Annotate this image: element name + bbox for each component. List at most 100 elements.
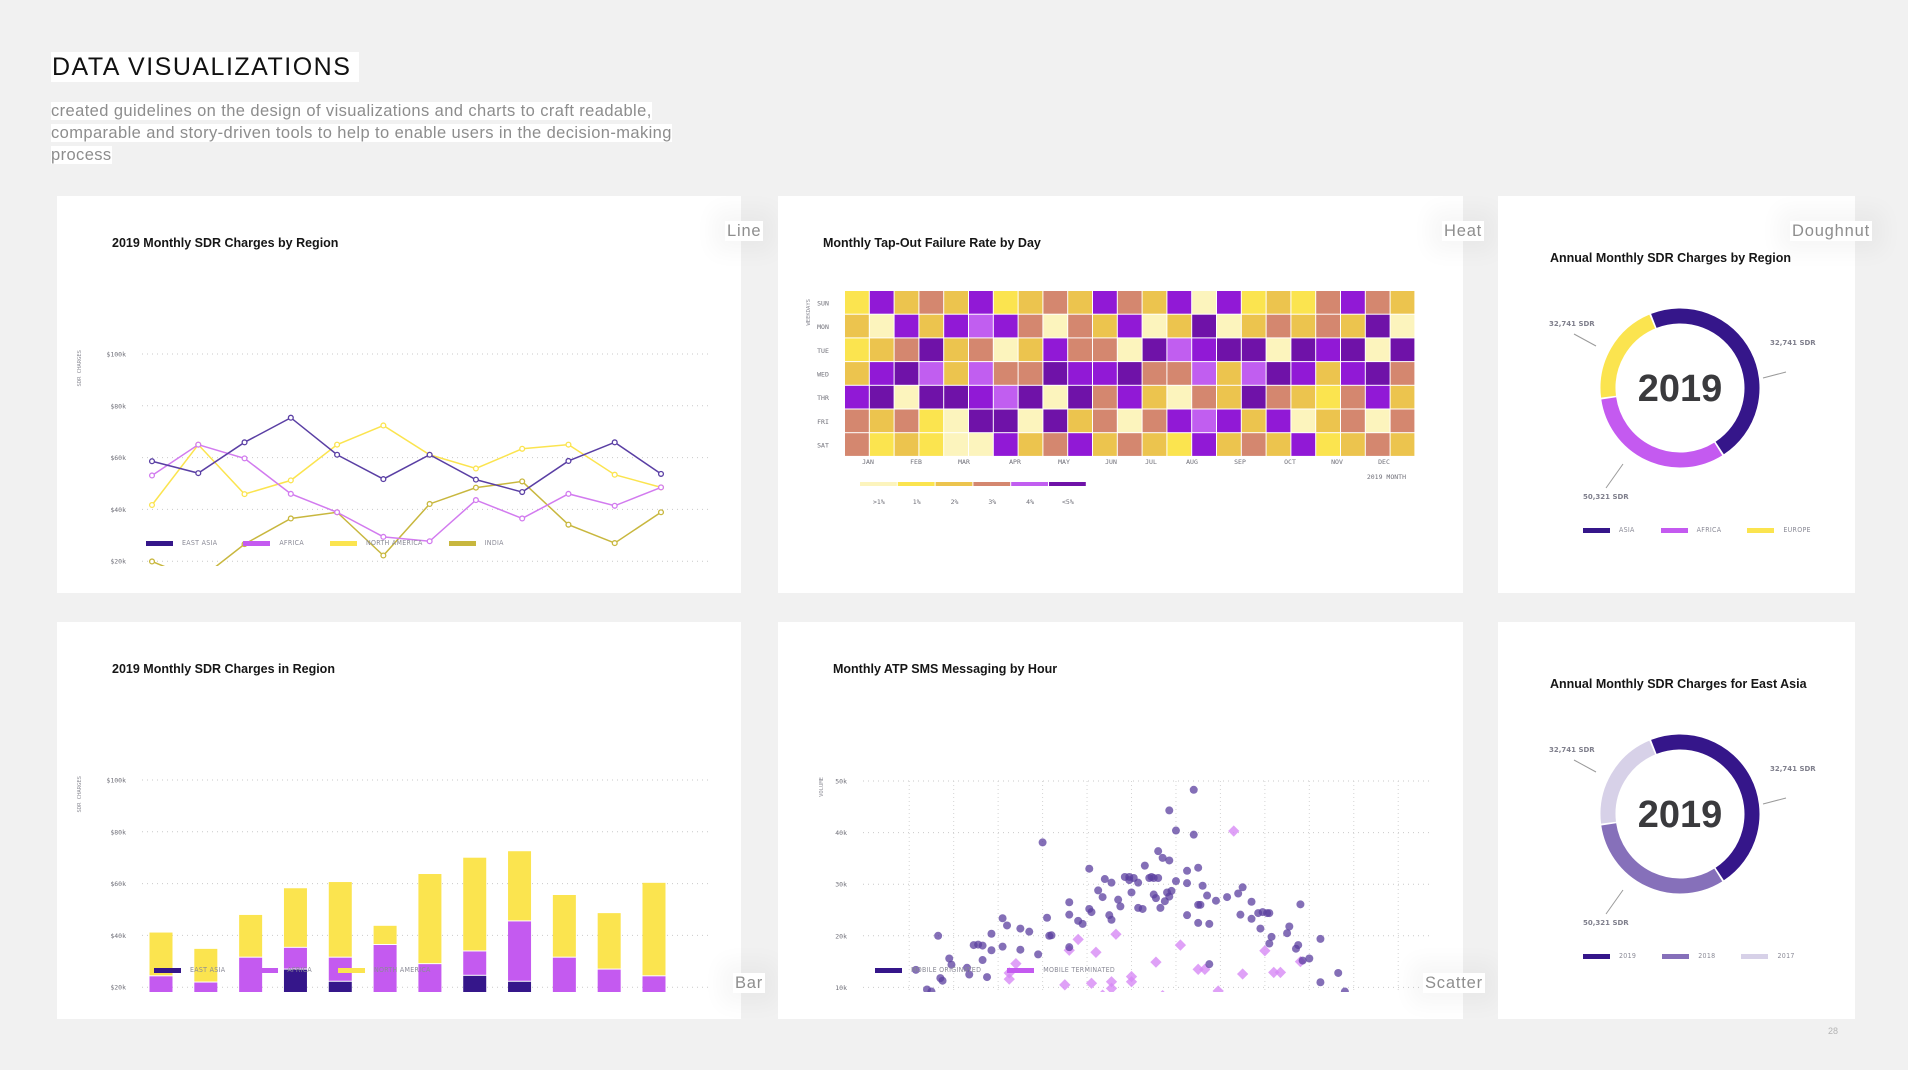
mo-point (1138, 904, 1147, 913)
data-point (657, 484, 665, 491)
heat-cell (1241, 314, 1266, 338)
heat-cell (1093, 409, 1117, 433)
data-point (241, 491, 248, 498)
mo-point (1016, 924, 1025, 933)
leader-line (1573, 759, 1597, 773)
mt-point (1110, 928, 1122, 940)
page-title: DATA VISUALIZATIONS (51, 52, 360, 82)
heat-cell (894, 314, 919, 338)
x-tick-label: AUG (1186, 458, 1198, 466)
data-point (426, 500, 433, 508)
heat-cell (845, 362, 869, 385)
mo-point (1140, 861, 1149, 870)
heat-legend-swatch (973, 482, 1011, 486)
heat-cell (1093, 291, 1117, 314)
heat-cell (845, 385, 869, 409)
bar-segment-north-america (642, 882, 666, 976)
legend-label-africa: AFRICA (287, 966, 312, 974)
heat-cell (1068, 433, 1092, 456)
scatter-chart-legend: MOBILE ORIGINATED MOBILE TERMINATED (875, 966, 1141, 974)
data-point (519, 478, 526, 485)
heat-cell (1068, 338, 1092, 362)
heat-cell (1390, 338, 1415, 362)
doughnut-region-legend: ASIA AFRICA EUROPE (1583, 526, 1837, 534)
data-point (472, 484, 479, 491)
heat-cell (1390, 433, 1415, 456)
heat-cell (1291, 409, 1316, 433)
legend-swatch-africa (251, 967, 279, 973)
mt-point (1003, 973, 1015, 985)
doughnut-region-card: Annual Monthly SDR Charges by Region 201… (1498, 196, 1855, 593)
y-tick-label: 20k (835, 932, 847, 940)
heat-cell (919, 433, 944, 456)
leader-line (1762, 371, 1787, 379)
heat-cell (993, 291, 1018, 314)
heat-cell (1316, 362, 1340, 385)
heat-cell (969, 338, 993, 362)
mo-point (1116, 902, 1125, 911)
mo-point (1034, 950, 1043, 959)
heat-legend-label: >1% (873, 498, 885, 506)
heat-cell (1291, 291, 1316, 314)
y-tick-label: 50k (835, 778, 847, 786)
heat-cell (1117, 338, 1142, 362)
mo-point (1294, 941, 1303, 950)
data-point (472, 465, 479, 472)
mo-point (1316, 978, 1325, 987)
heat-cell (1068, 362, 1092, 385)
heat-cell (894, 291, 919, 314)
heat-cell (1241, 338, 1266, 362)
heat-cell (1043, 433, 1068, 456)
legend-label-europe: EUROPE (1783, 526, 1811, 534)
doughnut-eastasia-title: Annual Monthly SDR Charges for East Asia (1550, 677, 1807, 691)
heat-cell (1365, 291, 1390, 314)
mo-point (1087, 908, 1096, 917)
bar-segment-north-america (552, 894, 576, 957)
heat-cell (1365, 338, 1390, 362)
y-tick-label: 10k (835, 984, 847, 992)
data-point (148, 501, 156, 509)
data-point (380, 422, 387, 429)
mo-point (1154, 874, 1163, 883)
heat-cell (1192, 314, 1216, 338)
bar-segment-north-america (463, 857, 487, 951)
heat-cell (969, 362, 993, 385)
bar-segment-north-america (418, 874, 442, 964)
mo-point (1236, 910, 1245, 919)
heat-cell (1390, 314, 1415, 338)
heat-cell (1365, 409, 1390, 433)
y-tick-label: $80k (110, 828, 126, 836)
heat-cell (845, 314, 869, 338)
heat-cell (1192, 409, 1216, 433)
data-point (519, 488, 526, 496)
mt-point (1274, 966, 1287, 979)
legend-label-africa: AFRICA (1696, 526, 1722, 534)
heat-cell (1316, 433, 1340, 456)
scatter-chart-card: Monthly ATP SMS Messaging by Hour 10k 20k… (778, 622, 1463, 1019)
heat-cell (1018, 362, 1043, 385)
heat-cell (1167, 433, 1192, 456)
heat-cell (1018, 338, 1043, 362)
x-tick-label: SEP (1234, 458, 1246, 466)
row-label: MON (817, 323, 829, 331)
mo-point (987, 929, 996, 938)
row-label: SAT (817, 442, 829, 450)
mo-point (1107, 878, 1116, 887)
data-point (611, 471, 618, 478)
legend-label-mobile-terminated: MOBILE TERMINATED (1043, 966, 1116, 974)
heat-cell (1341, 409, 1365, 433)
row-label: FRI (817, 418, 829, 426)
data-point (611, 540, 618, 547)
heat-legend-label: 1% (913, 498, 921, 506)
doughnut-region-callout-europe: 32,741 SDR (1549, 320, 1595, 328)
series-line-east-asia (151, 416, 662, 493)
page-description: created guidelines on the design of visu… (51, 100, 691, 166)
heat-cell (944, 291, 968, 314)
data-point (472, 497, 479, 504)
legend-label-2018: 2018 (1698, 952, 1716, 960)
legend-label-mobile-originated: MOBILE ORIGINATED (911, 966, 982, 974)
data-point (380, 552, 387, 559)
leader-line (1605, 889, 1624, 915)
heat-cell (1167, 409, 1192, 433)
data-point (657, 509, 665, 516)
